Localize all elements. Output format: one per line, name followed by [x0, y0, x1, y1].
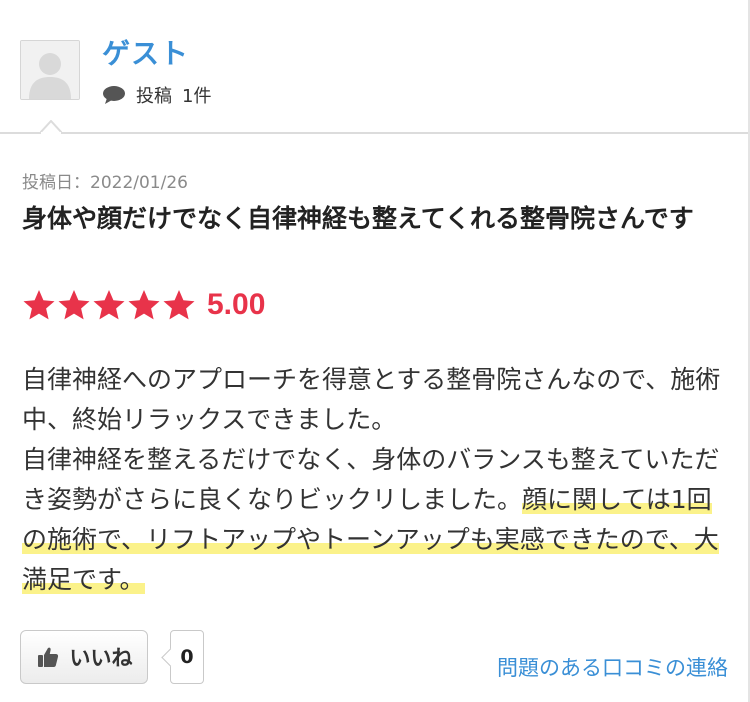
star-icon [93, 290, 125, 320]
rating: 5.00 [22, 288, 265, 322]
avatar[interactable] [20, 40, 80, 100]
review-card: ゲスト 投稿 1件 投稿日：2022/01/26 身体や顔だけでなく自律神経も整… [0, 0, 750, 702]
reviewer-header: ゲスト 投稿 1件 [0, 0, 748, 132]
report-review-link[interactable]: 問題のある口コミの連絡 [497, 652, 728, 682]
review-body: 自律神経へのアプローチを得意とする整骨院さんなので、施術中、終始リラックスできま… [22, 360, 726, 600]
thumbs-up-icon [37, 647, 58, 667]
divider-notch [40, 120, 62, 134]
post-count-value: 1件 [182, 86, 212, 107]
user-silhouette-icon [21, 41, 79, 99]
review-title: 身体や顔だけでなく自律神経も整えてくれる整骨院さんです [22, 204, 694, 233]
like-button-label: いいね [69, 647, 133, 670]
star-icon [128, 290, 160, 320]
star-icon [58, 290, 90, 320]
star-rating [22, 288, 197, 322]
like-count: 0 [170, 630, 204, 684]
header-divider [0, 132, 748, 134]
comment-bubble-icon [103, 86, 125, 104]
post-count: 投稿 1件 [102, 82, 211, 108]
post-date: 投稿日：2022/01/26 [22, 173, 188, 193]
reviewer-name[interactable]: ゲスト [102, 32, 189, 72]
post-count-label: 投稿 [136, 86, 172, 107]
star-icon [23, 290, 55, 320]
rating-score: 5.00 [207, 288, 266, 321]
star-icon [163, 290, 195, 320]
like-button[interactable]: いいね [20, 630, 148, 684]
